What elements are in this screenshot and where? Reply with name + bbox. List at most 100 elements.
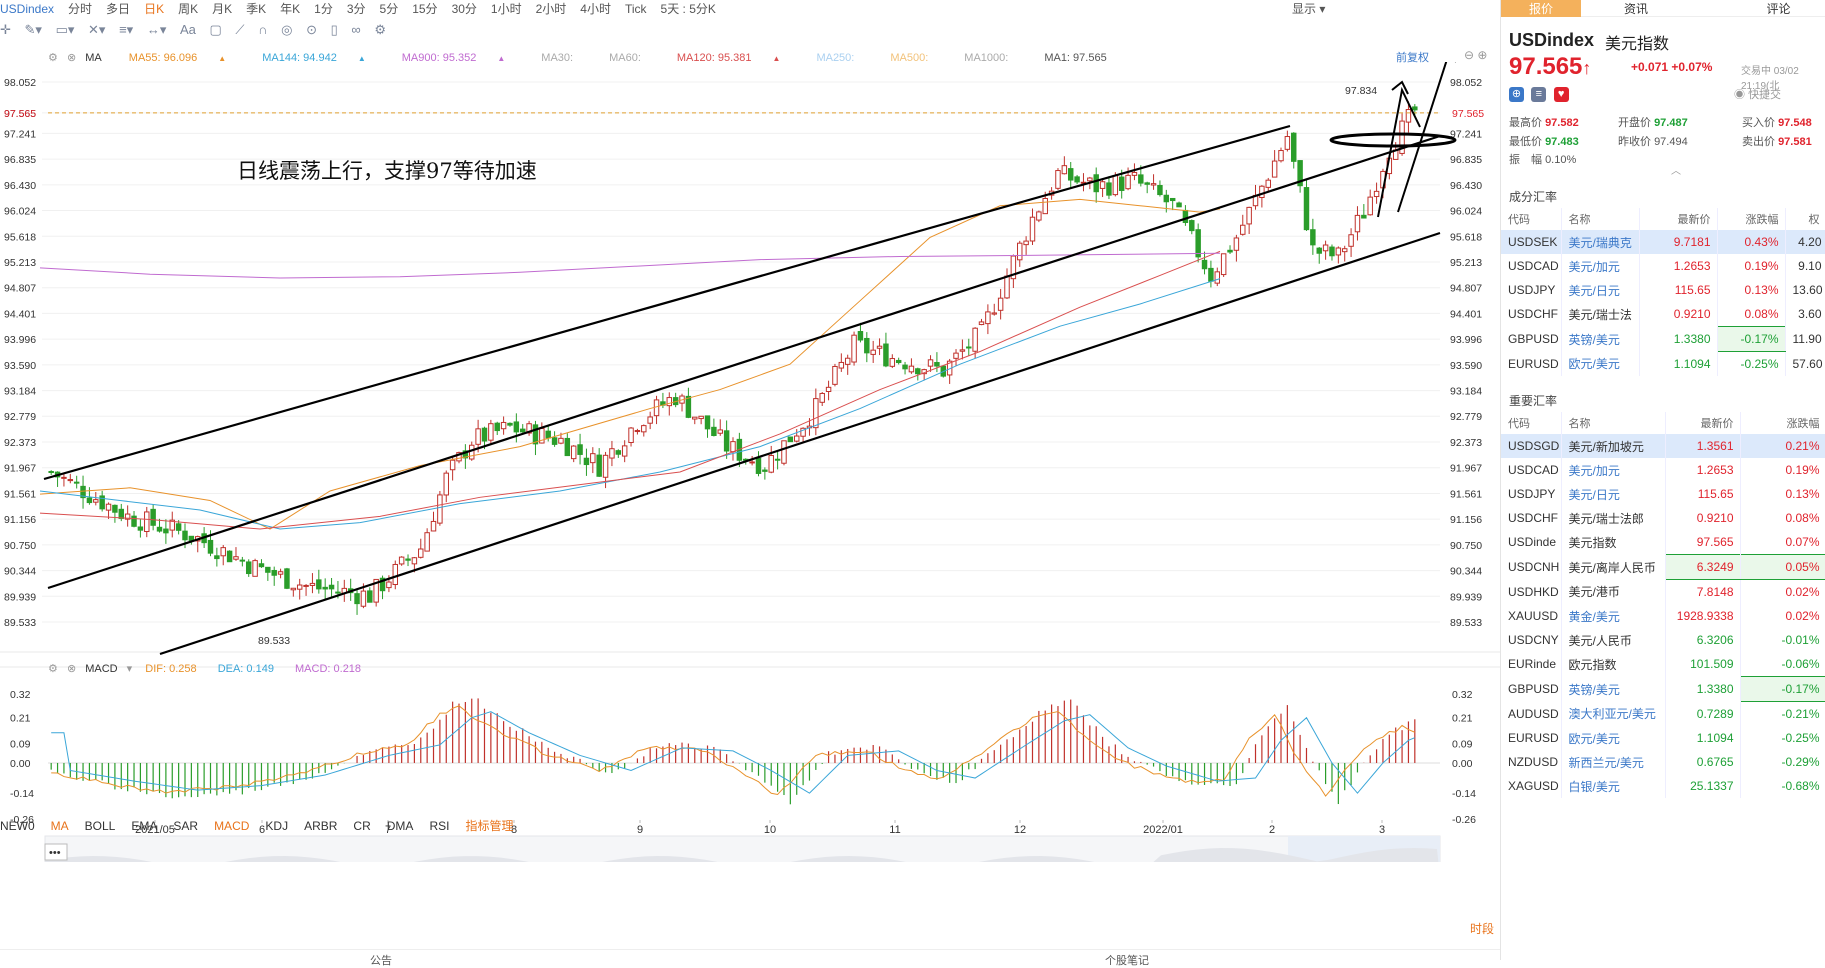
lock-icon[interactable]: ⊙: [306, 22, 317, 38]
globe-icon[interactable]: ⊕: [1509, 87, 1524, 102]
period-11[interactable]: 30分: [452, 0, 477, 17]
close-icon[interactable]: ⊗: [67, 662, 76, 675]
period-8[interactable]: 3分: [347, 0, 366, 17]
kline-chart[interactable]: 98.05298.05297.56597.56597.24197.24196.8…: [0, 62, 1500, 862]
indicator-5[interactable]: MACD: [214, 819, 249, 833]
table-row[interactable]: USDinde 美元指数 97.565 0.07%: [1501, 530, 1825, 555]
magnet-icon[interactable]: ∩: [258, 22, 267, 37]
indicator-10[interactable]: RSI: [429, 819, 449, 833]
period-4[interactable]: 月K: [212, 0, 232, 17]
indicator-0[interactable]: NEW0: [0, 819, 35, 833]
display-menu[interactable]: 显示 ▾: [1292, 0, 1325, 17]
chevron-up-icon[interactable]: ︿: [1671, 162, 1681, 177]
period-7[interactable]: 1分: [314, 0, 333, 17]
column-header[interactable]: 名称: [1561, 412, 1666, 434]
display-label[interactable]: 显示: [1292, 2, 1316, 16]
arrow-tool-icon[interactable]: ↔▾: [147, 22, 167, 38]
cross-tool-icon[interactable]: ✕▾: [88, 22, 105, 38]
zoom-controls[interactable]: ⊖ ⊕: [1464, 48, 1487, 62]
table-row[interactable]: USDSEK 美元/瑞典克 9.7181 0.43% 4.20: [1501, 230, 1825, 254]
period-13[interactable]: 2小时: [536, 0, 567, 17]
quick-trade[interactable]: ◉ 快捷交: [1734, 86, 1781, 102]
column-header[interactable]: 权: [1785, 208, 1825, 230]
table-row[interactable]: EURUSD 欧元/美元 1.1094 -0.25% 57.60: [1501, 351, 1825, 376]
table-row[interactable]: USDCAD 美元/加元 1.2653 0.19%: [1501, 458, 1825, 482]
period-14[interactable]: 4小时: [580, 0, 611, 17]
table-row[interactable]: NZDUSD 新西兰元/美元 0.6765 -0.29%: [1501, 750, 1825, 774]
table-row[interactable]: GBPUSD 英镑/美元 1.3380 -0.17%: [1501, 676, 1825, 702]
crosshair-icon[interactable]: ✛: [0, 22, 11, 38]
indicator-3[interactable]: EMA: [131, 819, 157, 833]
period-0[interactable]: 分时: [68, 0, 92, 17]
indicator-2[interactable]: BOLL: [85, 819, 116, 833]
candle-body: [226, 550, 233, 563]
lines-tool-icon[interactable]: ≡▾: [119, 22, 133, 38]
link-icon[interactable]: ∞: [351, 22, 360, 37]
settings-icon[interactable]: ⚙: [374, 22, 386, 38]
column-header[interactable]: 最新价: [1639, 208, 1718, 230]
indicator-4[interactable]: SAR: [173, 819, 198, 833]
table-row[interactable]: XAUUSD 黄金/美元 1928.9338 0.02%: [1501, 604, 1825, 628]
text-tool-icon[interactable]: Aa: [180, 22, 196, 37]
candle-body: [730, 441, 736, 453]
table-row[interactable]: USDSGD 美元/新加坡元 1.3561 0.21%: [1501, 434, 1825, 458]
period-10[interactable]: 15分: [412, 0, 437, 17]
indicator-1[interactable]: MA: [51, 819, 69, 833]
period-6[interactable]: 年K: [280, 0, 300, 17]
period-12[interactable]: 1小时: [491, 0, 522, 17]
comment-tool-icon[interactable]: ▢: [210, 22, 222, 38]
rect-tool-icon[interactable]: ▭▾: [56, 22, 75, 38]
announcement-tab[interactable]: 公告: [370, 952, 392, 968]
column-header[interactable]: 名称: [1561, 208, 1640, 230]
symbol-tab[interactable]: USDindex: [0, 2, 54, 16]
column-header[interactable]: 最新价: [1665, 412, 1741, 434]
table-row[interactable]: XAGUSD 白银/美元 25.1337 -0.68%: [1501, 774, 1825, 798]
tab-news[interactable]: 资讯: [1596, 0, 1676, 17]
column-header[interactable]: 涨跌幅: [1740, 412, 1825, 434]
notes-tab[interactable]: 个股笔记: [1105, 952, 1149, 968]
table-row[interactable]: USDJPY 美元/日元 115.65 0.13%: [1501, 482, 1825, 506]
indicator-8[interactable]: CR: [353, 819, 370, 833]
column-header[interactable]: 代码: [1501, 208, 1562, 230]
indicator-7[interactable]: ARBR: [304, 819, 337, 833]
bell-icon: ◉: [1734, 89, 1745, 101]
pen-tool-icon[interactable]: ✎▾: [25, 22, 42, 38]
session-button[interactable]: 时段: [1470, 920, 1494, 937]
row-code: EURUSD: [1501, 726, 1562, 750]
trash-icon[interactable]: ▯: [331, 22, 338, 38]
table-row[interactable]: USDCAD 美元/加元 1.2653 0.19% 9.10: [1501, 254, 1825, 278]
overview-navigator[interactable]: •••20152016201720182019202020212022: [44, 835, 1441, 862]
gear-icon[interactable]: ⚙: [48, 662, 58, 675]
table-row[interactable]: GBPUSD 英镑/美元 1.3380 -0.17% 11.90: [1501, 326, 1825, 352]
table-row[interactable]: USDHKD 美元/港币 7.8148 0.02%: [1501, 579, 1825, 604]
chevron-down-icon[interactable]: ▾: [127, 662, 133, 675]
macd-label[interactable]: MACD: [85, 663, 117, 675]
table-row[interactable]: USDCHF 美元/瑞士法郎 0.9210 0.08%: [1501, 506, 1825, 530]
table-row[interactable]: USDJPY 美元/日元 115.65 0.13% 13.60: [1501, 278, 1825, 302]
tab-comments[interactable]: 评论: [1746, 0, 1811, 17]
column-header[interactable]: 代码: [1501, 412, 1562, 434]
table-row[interactable]: AUDUSD 澳大利亚元/美元 0.7289 -0.21%: [1501, 701, 1825, 726]
period-2[interactable]: 日K: [144, 0, 164, 17]
eye-icon[interactable]: ◎: [281, 22, 292, 38]
period-3[interactable]: 周K: [178, 0, 198, 17]
ruler-icon[interactable]: ⟋: [235, 22, 244, 38]
favorite-icon[interactable]: ♥: [1553, 87, 1569, 102]
period-15[interactable]: Tick: [625, 2, 647, 16]
doc-icon[interactable]: ≡: [1531, 87, 1547, 102]
table-row[interactable]: USDCNY 美元/人民币 6.3206 -0.01%: [1501, 628, 1825, 652]
column-header[interactable]: 涨跌幅: [1717, 208, 1786, 230]
tab-quote[interactable]: 报价: [1501, 0, 1581, 17]
table-row[interactable]: EURUSD 欧元/美元 1.1094 -0.25%: [1501, 726, 1825, 750]
table-row[interactable]: EURinde 欧元指数 101.509 -0.06%: [1501, 652, 1825, 677]
table-row[interactable]: USDCNH 美元/离岸人民币 6.3249 0.05%: [1501, 554, 1825, 580]
indicator-6[interactable]: KDJ: [265, 819, 288, 833]
table-row[interactable]: USDCHF 美元/瑞士法 0.9210 0.08% 3.60: [1501, 302, 1825, 327]
period-16[interactable]: 5天 : 5分K: [661, 0, 716, 17]
indicator-11[interactable]: 指标管理: [465, 817, 513, 834]
period-5[interactable]: 季K: [246, 0, 266, 17]
period-9[interactable]: 5分: [380, 0, 399, 17]
indicator-9[interactable]: DMA: [387, 819, 414, 833]
period-1[interactable]: 多日: [106, 0, 130, 17]
candle-body: [1233, 237, 1240, 251]
